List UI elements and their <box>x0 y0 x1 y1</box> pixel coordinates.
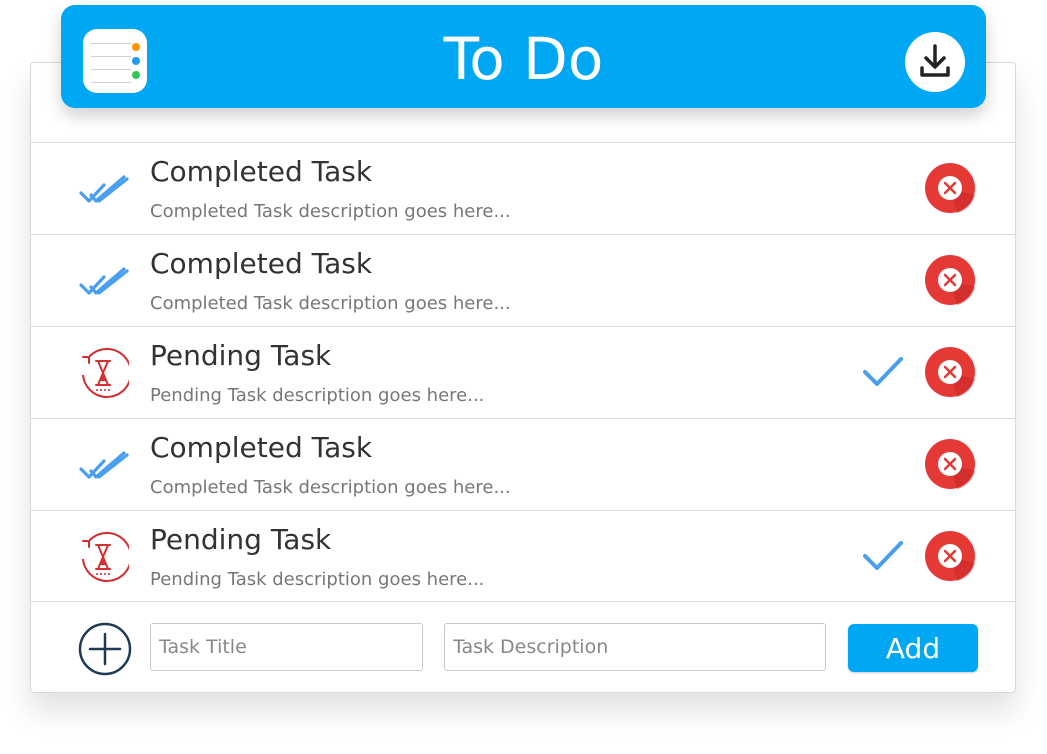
delete-button[interactable] <box>925 531 975 581</box>
check-icon <box>863 541 903 570</box>
task-row-completed: Completed Task Completed Task descriptio… <box>31 418 1016 510</box>
add-task-form: Add <box>31 601 1016 694</box>
download-button[interactable] <box>905 32 965 92</box>
page-title: To Do <box>443 25 604 93</box>
task-row-pending: Pending Task Pending Task description go… <box>31 510 1016 602</box>
add-button[interactable]: Add <box>848 624 978 672</box>
download-icon <box>920 44 950 77</box>
check-icon <box>863 357 903 386</box>
task-description: Pending Task description goes here... <box>150 569 485 590</box>
double-check-icon <box>77 255 129 307</box>
double-check-icon <box>77 439 129 491</box>
delete-button[interactable] <box>925 255 975 305</box>
hourglass-icon <box>77 347 132 399</box>
task-title-input[interactable] <box>150 623 423 671</box>
task-title: Pending Task <box>150 339 332 372</box>
delete-icon <box>925 347 975 397</box>
mark-complete-button[interactable] <box>861 538 905 574</box>
task-title: Pending Task <box>150 523 332 556</box>
plus-circle-icon[interactable] <box>78 622 132 676</box>
double-check-icon <box>77 163 129 215</box>
task-title: Completed Task <box>150 247 373 280</box>
mark-complete-button[interactable] <box>861 354 905 390</box>
task-row-completed: Completed Task Completed Task descriptio… <box>31 142 1016 234</box>
app-header: To Do <box>61 5 986 108</box>
delete-button[interactable] <box>925 439 975 489</box>
delete-icon <box>925 439 975 489</box>
task-description: Pending Task description goes here... <box>150 385 485 406</box>
task-list: Completed Task Completed Task descriptio… <box>31 142 1016 602</box>
task-description: Completed Task description goes here... <box>150 201 511 222</box>
delete-button[interactable] <box>925 163 975 213</box>
task-title: Completed Task <box>150 155 373 188</box>
task-row-completed: Completed Task Completed Task descriptio… <box>31 234 1016 326</box>
task-row-pending: Pending Task Pending Task description go… <box>31 326 1016 418</box>
task-title: Completed Task <box>150 431 373 464</box>
task-description-input[interactable] <box>444 623 826 671</box>
delete-icon <box>925 255 975 305</box>
task-description: Completed Task description goes here... <box>150 477 511 498</box>
delete-button[interactable] <box>925 347 975 397</box>
delete-icon <box>925 531 975 581</box>
hourglass-icon <box>77 531 132 583</box>
delete-icon <box>925 163 975 213</box>
task-description: Completed Task description goes here... <box>150 293 511 314</box>
